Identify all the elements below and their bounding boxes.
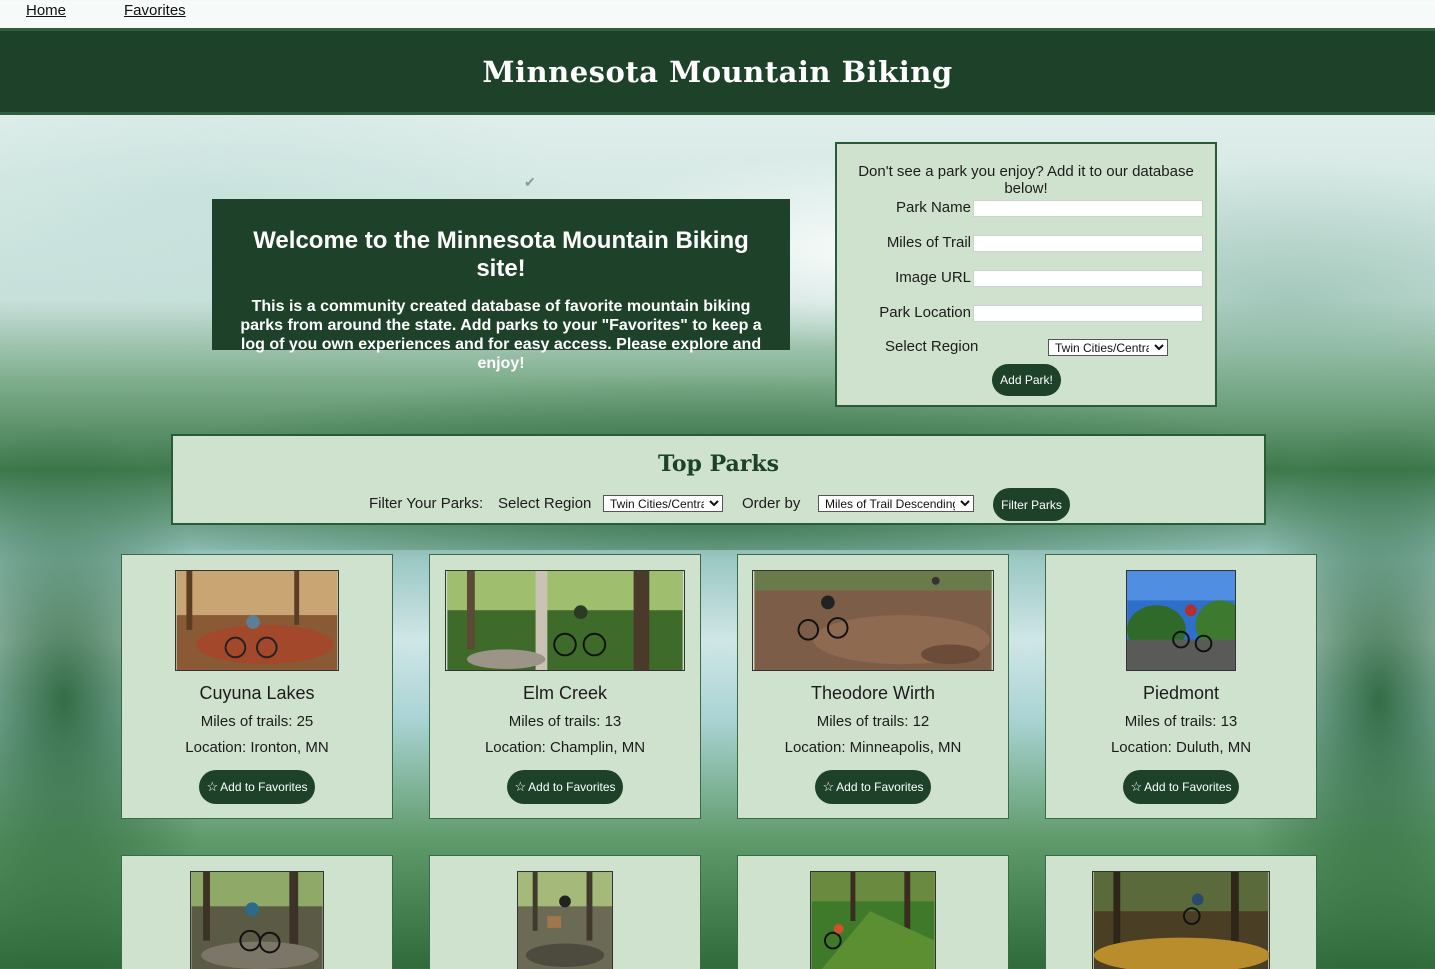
park-photo — [445, 570, 685, 671]
star-outline-icon: ☆ — [822, 779, 835, 794]
park-photo — [1092, 871, 1270, 969]
park-photo — [752, 570, 994, 671]
park-card: Theodore Wirth Miles of trails: 12 Locat… — [737, 554, 1009, 819]
welcome-heading: Welcome to the Minnesota Mountain Biking… — [253, 227, 749, 282]
filter-region-select[interactable]: Twin Cities/Central — [603, 495, 723, 512]
park-card: Elm Creek Miles of trails: 13 Location: … — [429, 554, 701, 819]
star-outline-icon: ☆ — [514, 779, 527, 794]
welcome-text: This is a community created database of … — [240, 298, 762, 372]
miles-of-trail-label: Miles of Trail — [886, 234, 971, 251]
top-parks-panel: Top Parks Filter Your Parks: Select Regi… — [171, 434, 1266, 525]
park-location-input[interactable] — [973, 305, 1203, 322]
add-region-label: Select Region — [885, 338, 979, 355]
park-location: Location: Duluth, MN — [1110, 739, 1252, 756]
star-outline-icon: ☆ — [1130, 779, 1143, 794]
filter-region-label: Select Region — [498, 495, 592, 512]
site-title: Minnesota Mountain Biking — [482, 54, 953, 89]
add-park-intro: Don't see a park you enjoy? Add it to ou… — [858, 163, 1194, 197]
miles-row: Miles of Trail — [837, 233, 1215, 253]
add-to-favorites-button[interactable]: ☆ Add to Favorites — [815, 770, 931, 804]
add-park-form: Don't see a park you enjoy? Add it to ou… — [835, 142, 1217, 407]
park-location: Location: Ironton, MN — [185, 739, 329, 756]
top-nav: Home Favorites — [0, 0, 1435, 28]
park-name-row: Park Name — [837, 198, 1215, 218]
add-to-favorites-label: Add to Favorites — [220, 780, 308, 794]
park-name-label: Park Name — [895, 199, 971, 216]
top-parks-heading: Top Parks — [658, 451, 779, 477]
star-outline-icon: ☆ — [206, 779, 219, 794]
park-card: Cuyuna Lakes Miles of trails: 25 Locatio… — [121, 554, 393, 819]
park-name: Elm Creek — [522, 683, 607, 703]
add-region-select[interactable]: Twin Cities/Central — [1048, 339, 1168, 356]
filter-label: Filter Your Parks: — [369, 495, 484, 512]
order-by-label: Order by — [742, 495, 801, 512]
park-miles: Miles of trails: 13 — [1124, 713, 1238, 730]
park-card — [737, 855, 1009, 969]
park-photo — [810, 871, 936, 969]
park-location: Location: Minneapolis, MN — [784, 739, 962, 756]
park-photo — [1126, 570, 1236, 671]
add-to-favorites-button[interactable]: ☆ Add to Favorites — [507, 770, 623, 804]
add-to-favorites-label: Add to Favorites — [1144, 780, 1232, 794]
nav-home-link[interactable]: Home — [26, 2, 66, 19]
park-miles: Miles of trails: 25 — [200, 713, 314, 730]
park-miles: Miles of trails: 12 — [816, 713, 930, 730]
park-card — [1045, 855, 1317, 969]
park-card — [429, 855, 701, 969]
site-header: Minnesota Mountain Biking — [0, 28, 1435, 115]
park-location: Location: Champlin, MN — [484, 739, 646, 756]
add-to-favorites-label: Add to Favorites — [528, 780, 616, 794]
image-url-input[interactable] — [973, 270, 1203, 287]
add-to-favorites-button[interactable]: ☆ Add to Favorites — [199, 770, 315, 804]
miles-of-trail-input[interactable] — [973, 235, 1203, 252]
filter-parks-button[interactable]: Filter Parks — [993, 488, 1070, 521]
park-photo — [190, 871, 324, 969]
add-to-favorites-button[interactable]: ☆ Add to Favorites — [1123, 770, 1239, 804]
park-card — [121, 855, 393, 969]
image-url-row: Image URL — [837, 268, 1215, 288]
park-location-label: Park Location — [879, 304, 971, 321]
checkmark-icon: ✔ — [524, 174, 536, 190]
park-location-row: Park Location — [837, 303, 1215, 323]
park-name: Piedmont — [1142, 683, 1220, 703]
order-by-select[interactable]: Miles of Trail Descending — [818, 495, 974, 512]
park-photo — [517, 871, 613, 969]
park-card: Piedmont Miles of trails: 13 Location: D… — [1045, 554, 1317, 819]
park-name: Theodore Wirth — [810, 683, 936, 703]
park-name-input[interactable] — [973, 200, 1203, 217]
park-miles: Miles of trails: 13 — [508, 713, 622, 730]
image-url-label: Image URL — [895, 269, 971, 286]
nav-favorites-link[interactable]: Favorites — [124, 2, 186, 19]
park-name: Cuyuna Lakes — [199, 683, 315, 703]
add-park-button[interactable]: Add Park! — [992, 364, 1061, 396]
welcome-panel: Welcome to the Minnesota Mountain Biking… — [212, 199, 790, 372]
add-to-favorites-label: Add to Favorites — [836, 780, 924, 794]
park-photo — [175, 570, 339, 671]
